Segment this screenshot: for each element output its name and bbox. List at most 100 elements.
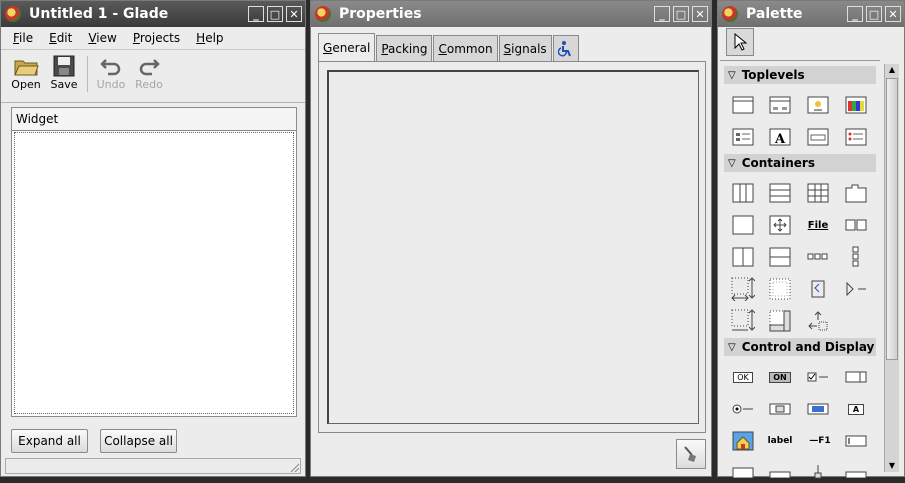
clear-button[interactable] xyxy=(676,439,706,469)
expand-all-button[interactable]: Expand all xyxy=(11,429,88,453)
fixed-icon[interactable] xyxy=(768,213,792,237)
combo-box-icon[interactable] xyxy=(768,459,792,483)
scroll-up-icon[interactable]: ▲ xyxy=(885,64,899,76)
window-widget-icon[interactable] xyxy=(731,93,755,117)
expander-icon[interactable] xyxy=(844,277,868,301)
vpaned-icon[interactable] xyxy=(768,245,792,269)
toolbar-widget-icon[interactable] xyxy=(806,245,830,269)
event-box-icon[interactable] xyxy=(806,309,830,333)
menu-edit[interactable]: Edit xyxy=(41,31,80,45)
text-view-icon[interactable] xyxy=(731,459,755,483)
hpaned-icon[interactable] xyxy=(731,245,755,269)
menu-projects[interactable]: Projects xyxy=(125,31,188,45)
label-widget-icon[interactable]: label xyxy=(766,429,794,453)
font-selection-dialog-icon[interactable]: A xyxy=(768,125,792,149)
selector-button[interactable] xyxy=(726,28,754,56)
properties-titlebar[interactable]: Properties _ □ ✕ xyxy=(311,1,711,27)
floppy-icon xyxy=(53,55,75,77)
properties-title: Properties xyxy=(339,6,422,22)
accessibility-icon xyxy=(557,40,571,56)
input-dialog-icon[interactable] xyxy=(806,125,830,149)
spin-button-icon[interactable] xyxy=(844,365,868,389)
section-toplevels[interactable]: ▽ Toplevels xyxy=(724,66,876,84)
image-widget-icon[interactable] xyxy=(731,429,755,453)
tree-body[interactable] xyxy=(14,132,294,414)
open-button[interactable]: Open xyxy=(7,54,45,91)
toggle-button-icon[interactable]: ON xyxy=(768,365,792,389)
redo-button[interactable]: Redo xyxy=(130,54,168,91)
maximize-icon[interactable]: □ xyxy=(267,6,283,22)
color-selection-dialog-icon[interactable] xyxy=(844,93,868,117)
radio-button-icon[interactable] xyxy=(731,397,755,421)
dialog-widget-icon[interactable] xyxy=(768,93,792,117)
check-button-icon[interactable] xyxy=(806,365,830,389)
close-icon[interactable]: ✕ xyxy=(692,6,708,22)
tab-packing[interactable]: Packing xyxy=(376,35,433,61)
table-icon[interactable] xyxy=(806,181,830,205)
message-dialog-icon[interactable] xyxy=(806,93,830,117)
expander-down-icon: ▽ xyxy=(728,341,736,353)
tree-column-header[interactable]: Widget xyxy=(12,108,296,131)
tab-signals[interactable]: Signals xyxy=(498,35,552,61)
maximize-icon[interactable]: □ xyxy=(673,6,689,22)
expander-down-icon: ▽ xyxy=(728,157,736,169)
button-widget-icon[interactable]: OK xyxy=(731,365,755,389)
properties-panel xyxy=(318,61,706,433)
glade-titlebar[interactable]: Untitled 1 - Glade _ □ ✕ xyxy=(1,1,305,27)
hscale-icon[interactable] xyxy=(806,459,830,483)
tab-general[interactable]: General xyxy=(318,33,376,61)
scrolled-window-icon[interactable] xyxy=(731,277,755,301)
menu-help[interactable]: Help xyxy=(188,31,231,45)
collapse-all-button[interactable]: Collapse all xyxy=(100,429,177,453)
minimize-icon[interactable]: _ xyxy=(847,6,863,22)
menu-file[interactable]: File xyxy=(5,31,41,45)
pointer-arrow-icon xyxy=(734,33,747,51)
frame-icon[interactable] xyxy=(731,213,755,237)
vbox-icon[interactable] xyxy=(768,181,792,205)
toolbar-separator xyxy=(87,56,88,92)
entry-widget-icon[interactable] xyxy=(844,429,868,453)
glade-app-icon xyxy=(722,6,738,22)
button-box-icon[interactable] xyxy=(844,213,868,237)
save-button[interactable]: Save xyxy=(45,54,83,91)
menu-view[interactable]: View xyxy=(80,31,124,45)
expander-down-icon: ▽ xyxy=(728,69,736,81)
scrollbar-thumb[interactable] xyxy=(886,78,898,360)
svg-text:A: A xyxy=(774,132,786,146)
file-icon[interactable]: File xyxy=(806,213,830,237)
glade-main-window: Untitled 1 - Glade _ □ ✕ File Edit View … xyxy=(0,0,306,477)
minimize-icon[interactable]: _ xyxy=(654,6,670,22)
scroll-down-icon[interactable]: ▼ xyxy=(885,460,899,472)
accel-label-icon[interactable]: —F1 xyxy=(806,429,834,453)
color-button-icon[interactable] xyxy=(806,397,830,421)
maximize-icon[interactable]: □ xyxy=(866,6,882,22)
scrollbar-container-icon[interactable] xyxy=(731,309,755,333)
resize-grip-icon[interactable] xyxy=(288,461,300,473)
undo-button[interactable]: Undo xyxy=(92,54,130,91)
section-control-display[interactable]: ▽ Control and Display xyxy=(724,338,876,356)
minimize-icon[interactable]: _ xyxy=(248,6,264,22)
tab-common[interactable]: Common xyxy=(433,35,498,61)
file-chooser-dialog-icon[interactable] xyxy=(844,125,868,149)
progress-bar-icon[interactable] xyxy=(844,459,868,483)
vertical-toolbar-icon[interactable] xyxy=(844,245,868,269)
notebook-icon[interactable] xyxy=(844,181,868,205)
palette-titlebar[interactable]: Palette _ □ ✕ xyxy=(718,1,904,27)
alignment-icon[interactable] xyxy=(806,277,830,301)
section-containers[interactable]: ▽ Containers xyxy=(724,154,876,172)
about-dialog-icon[interactable] xyxy=(731,125,755,149)
close-icon[interactable]: ✕ xyxy=(286,6,302,22)
viewport-icon[interactable] xyxy=(768,277,792,301)
redo-icon xyxy=(139,59,160,76)
tab-accessibility[interactable] xyxy=(552,35,579,61)
close-icon[interactable]: ✕ xyxy=(885,6,901,22)
hbox-icon[interactable] xyxy=(731,181,755,205)
widget-tree[interactable]: Widget xyxy=(11,107,297,417)
font-button-icon[interactable]: A xyxy=(844,397,868,421)
undo-label: Undo xyxy=(96,78,126,91)
properties-content xyxy=(327,70,699,424)
redo-label: Redo xyxy=(135,78,163,91)
palette-scrollbar[interactable]: ▲ ▼ xyxy=(884,64,899,472)
file-chooser-button-icon[interactable] xyxy=(768,397,792,421)
layout-icon[interactable] xyxy=(768,309,792,333)
